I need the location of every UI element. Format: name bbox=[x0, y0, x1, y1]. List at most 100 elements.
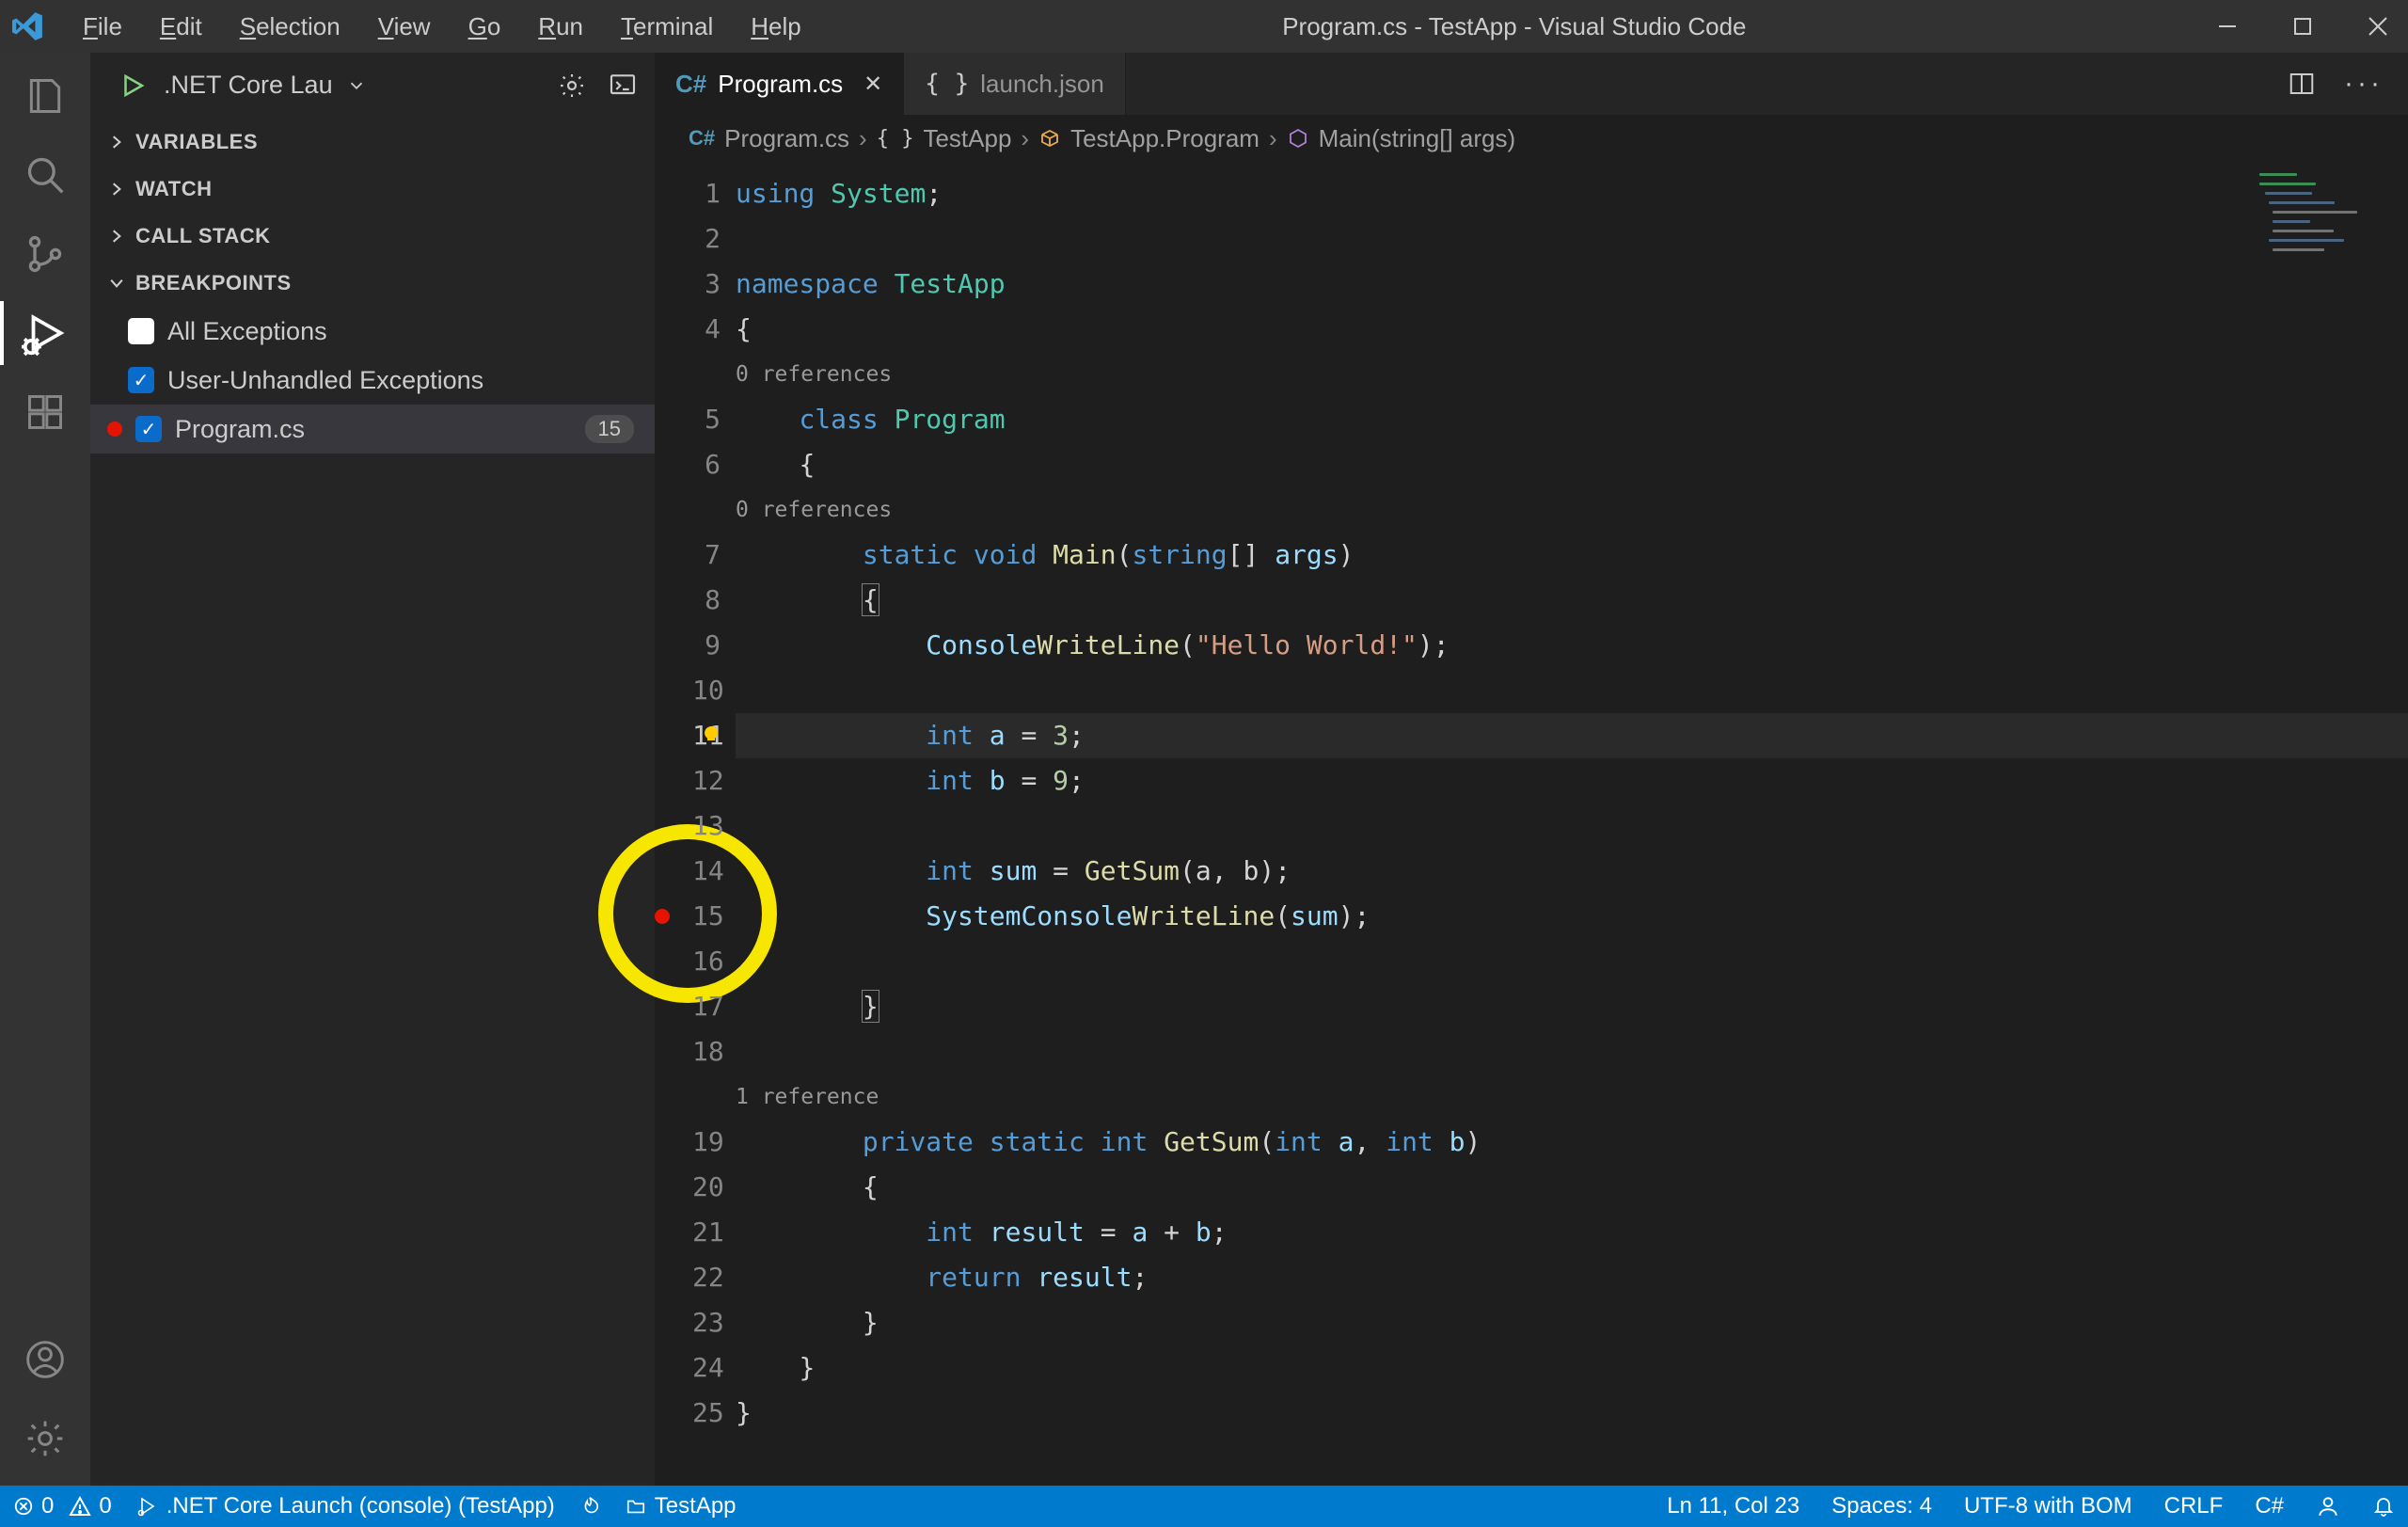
namespace-icon: { } bbox=[877, 127, 914, 151]
debug-config-select[interactable]: .NET Core Lau bbox=[164, 71, 540, 100]
status-language[interactable]: C# bbox=[2255, 1493, 2284, 1519]
debug-config-row: .NET Core Lau bbox=[90, 53, 655, 119]
accounts-icon[interactable] bbox=[19, 1333, 71, 1386]
status-debug-config[interactable]: .NET Core Launch (console) (TestApp) bbox=[136, 1493, 555, 1519]
checkbox-unchecked-icon[interactable] bbox=[128, 318, 154, 344]
line-number: 4 bbox=[692, 307, 736, 352]
lightbulb-icon[interactable] bbox=[700, 723, 722, 745]
status-debug-config-label: .NET Core Launch (console) (TestApp) bbox=[166, 1493, 555, 1519]
window-minimize-icon[interactable] bbox=[2210, 9, 2244, 43]
run-debug-icon[interactable] bbox=[19, 307, 71, 359]
window-title: Program.cs - TestApp - Visual Studio Cod… bbox=[822, 12, 2207, 41]
csharp-file-icon: C# bbox=[675, 70, 706, 99]
csharp-file-icon: C# bbox=[689, 126, 715, 151]
more-actions-icon[interactable]: ··· bbox=[2344, 68, 2384, 100]
line-number: 14 bbox=[692, 849, 736, 894]
method-icon bbox=[1287, 127, 1309, 150]
menu-file[interactable]: File bbox=[66, 8, 139, 45]
menu-view[interactable]: View bbox=[361, 8, 448, 45]
line-number: 24 bbox=[692, 1345, 736, 1391]
menu-run[interactable]: Run bbox=[521, 8, 600, 45]
checkbox-checked-icon[interactable]: ✓ bbox=[135, 416, 162, 442]
split-editor-icon[interactable] bbox=[2288, 70, 2316, 98]
status-encoding[interactable]: UTF-8 with BOM bbox=[1964, 1493, 2132, 1519]
codelens[interactable]: 0 references bbox=[736, 498, 892, 522]
section-watch[interactable]: WATCH bbox=[90, 166, 655, 213]
tab-program-cs[interactable]: C# Program.cs ✕ bbox=[655, 53, 904, 115]
settings-gear-icon[interactable] bbox=[19, 1412, 71, 1465]
status-forge-icon[interactable] bbox=[579, 1496, 600, 1517]
chevron-down-icon bbox=[346, 75, 367, 96]
section-variables[interactable]: VARIABLES bbox=[90, 119, 655, 166]
breadcrumb-seg: TestApp.Program bbox=[1070, 124, 1259, 153]
status-ln-col[interactable]: Ln 11, Col 23 bbox=[1667, 1493, 1799, 1519]
menu-selection[interactable]: Selection bbox=[223, 8, 357, 45]
line-number: 10 bbox=[692, 668, 736, 713]
menu-go[interactable]: Go bbox=[452, 8, 518, 45]
status-spaces[interactable]: Spaces: 4 bbox=[1831, 1493, 1932, 1519]
debug-console-icon[interactable] bbox=[608, 71, 638, 101]
breakpoint-label: Program.cs bbox=[175, 415, 305, 444]
json-file-icon: { } bbox=[925, 70, 969, 98]
status-warnings-count: 0 bbox=[99, 1493, 111, 1519]
breakpoint-user-unhandled[interactable]: ✓ User-Unhandled Exceptions bbox=[90, 356, 655, 405]
source-control-icon[interactable] bbox=[19, 228, 71, 280]
minimap[interactable] bbox=[2248, 162, 2408, 265]
search-icon[interactable] bbox=[19, 149, 71, 201]
window-maximize-icon[interactable] bbox=[2286, 9, 2320, 43]
line-number: 8 bbox=[692, 578, 736, 623]
code-content[interactable]: using System; namespace TestApp { 0 refe… bbox=[736, 162, 2408, 1486]
breadcrumb[interactable]: C#Program.cs › { }TestApp › TestApp.Prog… bbox=[655, 115, 2408, 162]
line-number: 9 bbox=[692, 623, 736, 668]
section-callstack[interactable]: CALL STACK bbox=[90, 213, 655, 260]
line-number: 25 bbox=[692, 1391, 736, 1436]
title-bar: File Edit Selection View Go Run Terminal… bbox=[0, 0, 2408, 53]
close-tab-icon[interactable]: ✕ bbox=[863, 71, 882, 98]
line-number: 12 bbox=[692, 758, 736, 803]
section-callstack-label: CALL STACK bbox=[135, 224, 271, 248]
menu-help[interactable]: Help bbox=[734, 8, 817, 45]
explorer-icon[interactable] bbox=[19, 70, 71, 122]
status-folder-label: TestApp bbox=[655, 1493, 737, 1519]
vscode-logo-icon bbox=[9, 8, 47, 45]
line-number: 15 bbox=[692, 894, 736, 939]
tab-label: Program.cs bbox=[718, 70, 843, 99]
editor-area: C# Program.cs ✕ { } launch.json ··· C# Pr… bbox=[655, 53, 2408, 1486]
extensions-icon[interactable] bbox=[19, 386, 71, 438]
line-number: 23 bbox=[692, 1300, 736, 1345]
code-editor[interactable]: 1 2 3 4 5 6 7 8 9 10 11 12 13 14 15 16 1… bbox=[655, 162, 2408, 1486]
line-number: 6 bbox=[692, 442, 736, 487]
line-number: 2 bbox=[692, 216, 736, 262]
tab-launch-json[interactable]: { } launch.json bbox=[904, 53, 1126, 115]
menu-terminal[interactable]: Terminal bbox=[604, 8, 730, 45]
status-feedback-icon[interactable] bbox=[2316, 1494, 2340, 1519]
tab-bar: C# Program.cs ✕ { } launch.json ··· bbox=[655, 53, 2408, 115]
line-number: 3 bbox=[692, 262, 736, 307]
line-number-gutter[interactable]: 1 2 3 4 5 6 7 8 9 10 11 12 13 14 15 16 1… bbox=[655, 162, 736, 1486]
breakpoint-file-entry[interactable]: ✓ Program.cs 15 bbox=[90, 405, 655, 453]
start-debug-button[interactable] bbox=[119, 72, 147, 100]
codelens[interactable]: 1 reference bbox=[736, 1085, 879, 1109]
window-close-icon[interactable] bbox=[2361, 9, 2395, 43]
line-number: 5 bbox=[692, 397, 736, 442]
breakpoint-dot-icon[interactable] bbox=[655, 909, 670, 924]
status-bar: 0 0 .NET Core Launch (console) (TestApp)… bbox=[0, 1486, 2408, 1527]
status-folder[interactable]: TestApp bbox=[625, 1493, 737, 1519]
section-breakpoints[interactable]: BREAKPOINTS bbox=[90, 260, 655, 307]
status-bell-icon[interactable] bbox=[2372, 1495, 2395, 1518]
section-watch-label: WATCH bbox=[135, 177, 213, 201]
breakpoint-line-badge: 15 bbox=[585, 415, 634, 443]
line-number: 21 bbox=[692, 1210, 736, 1255]
breadcrumb-seg: Main(string[] args) bbox=[1319, 124, 1516, 153]
breakpoint-label: All Exceptions bbox=[167, 317, 327, 346]
codelens[interactable]: 0 references bbox=[736, 362, 892, 387]
activity-bar bbox=[0, 53, 90, 1486]
debug-config-label: .NET Core Lau bbox=[164, 71, 333, 100]
status-problems[interactable]: 0 0 bbox=[13, 1493, 112, 1519]
open-launch-json-gear-icon[interactable] bbox=[557, 71, 587, 101]
breakpoint-all-exceptions[interactable]: All Exceptions bbox=[90, 307, 655, 356]
breadcrumb-seg: TestApp bbox=[923, 124, 1011, 153]
checkbox-checked-icon[interactable]: ✓ bbox=[128, 367, 154, 393]
status-eol[interactable]: CRLF bbox=[2164, 1493, 2224, 1519]
menu-edit[interactable]: Edit bbox=[143, 8, 219, 45]
